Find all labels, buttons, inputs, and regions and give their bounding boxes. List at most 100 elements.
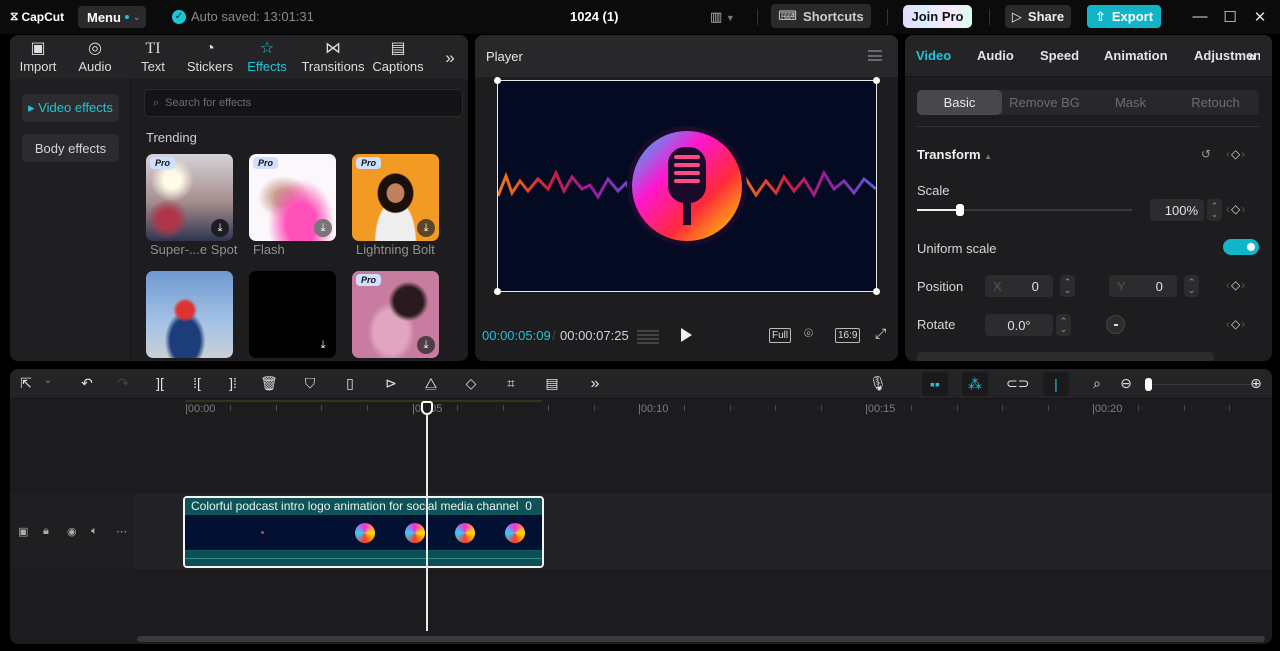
main-track-magnet-icon[interactable]: ▪▪ bbox=[922, 372, 948, 396]
tab-transitions[interactable]: ⋈ Transitions bbox=[299, 39, 367, 74]
undo-icon[interactable]: ↶ bbox=[77, 375, 97, 392]
join-pro-button[interactable]: Join Pro bbox=[903, 5, 972, 28]
video-clip[interactable]: Colorful podcast intro logo animation fo… bbox=[183, 496, 544, 568]
quality-button[interactable]: Full bbox=[769, 328, 792, 343]
trim-right-icon[interactable]: ]⁞ bbox=[223, 375, 243, 391]
trim-left-icon[interactable]: ⁞[ bbox=[187, 375, 207, 391]
resize-handle[interactable] bbox=[494, 288, 501, 295]
transform-section-header[interactable]: Transform ▲ bbox=[917, 147, 992, 162]
search-input[interactable]: ⌕ Search for effects bbox=[144, 89, 463, 117]
auto-snap-icon[interactable]: ⁂ bbox=[962, 372, 988, 396]
position-x-stepper[interactable]: ⌃ ⌄ bbox=[1060, 275, 1075, 297]
playhead[interactable] bbox=[426, 403, 428, 631]
download-icon[interactable]: ⤓ bbox=[417, 336, 435, 354]
play-button[interactable] bbox=[681, 328, 692, 342]
zoom-out-icon[interactable]: ⊖ bbox=[1116, 375, 1136, 392]
tab-animation[interactable]: Animation bbox=[1104, 48, 1168, 63]
tab-text[interactable]: TI Text bbox=[125, 39, 181, 74]
more-icon[interactable]: ⋯ bbox=[116, 525, 127, 538]
aspect-ratio-button[interactable]: 16:9 bbox=[835, 328, 861, 343]
tab-video[interactable]: Video bbox=[916, 48, 951, 63]
tab-import[interactable]: ▣ Import bbox=[10, 39, 66, 74]
reset-icon[interactable]: ↺ bbox=[1201, 147, 1212, 161]
keyframe-control[interactable]: ‹◇› bbox=[1226, 147, 1246, 161]
uniform-scale-toggle[interactable] bbox=[1223, 239, 1259, 255]
tab-effects[interactable]: ☆ Effects bbox=[239, 39, 295, 74]
maximize-button[interactable]: ☐ bbox=[1220, 8, 1240, 26]
category-body-effects[interactable]: Body effects bbox=[22, 134, 119, 162]
more-tabs-button[interactable]: » bbox=[436, 48, 464, 68]
rotate-icon[interactable]: ◇ bbox=[461, 375, 481, 392]
menu-icon[interactable] bbox=[868, 50, 882, 61]
rotate-stepper[interactable]: ⌃ ⌄ bbox=[1056, 314, 1071, 336]
zoom-slider[interactable] bbox=[1143, 384, 1251, 385]
download-icon[interactable]: ⤓ bbox=[314, 336, 332, 354]
tab-audio[interactable]: ◎ Audio bbox=[67, 39, 123, 74]
download-icon[interactable]: ⤓ bbox=[314, 219, 332, 237]
download-icon[interactable]: ⤓ bbox=[211, 219, 229, 237]
chevron-down-icon[interactable]: ⌄ bbox=[38, 375, 58, 386]
share-button[interactable]: ▷ Share bbox=[1005, 5, 1071, 28]
subtab-mask[interactable]: Mask bbox=[1088, 90, 1173, 115]
position-y-stepper[interactable]: ⌃ ⌄ bbox=[1184, 275, 1199, 297]
position-y-input[interactable]: Y0 bbox=[1109, 275, 1177, 297]
category-video-effects[interactable]: ▸ Video effects bbox=[22, 94, 119, 122]
select-tool-icon[interactable]: ⇱ bbox=[16, 375, 36, 392]
keyframe-control[interactable]: ‹◇› bbox=[1226, 278, 1246, 292]
tab-stickers[interactable]: ◔ Stickers bbox=[182, 39, 238, 74]
preview-axis-icon[interactable]: | bbox=[1043, 372, 1069, 396]
resize-handle[interactable] bbox=[873, 288, 880, 295]
mirror-icon[interactable]: ⧋ bbox=[421, 375, 441, 392]
shortcuts-button[interactable]: ⌨ Shortcuts bbox=[771, 4, 871, 28]
export-button[interactable]: ⇧ Export bbox=[1087, 5, 1161, 28]
rotate-dial[interactable] bbox=[1106, 315, 1125, 334]
keyframe-control[interactable]: ‹◇› bbox=[1226, 202, 1246, 216]
keyframe-control[interactable]: ‹◇› bbox=[1226, 317, 1246, 331]
minimize-button[interactable]: — bbox=[1190, 8, 1210, 25]
eye-icon[interactable]: ◉ bbox=[67, 525, 77, 538]
menu-button[interactable]: Menu ⌄ bbox=[78, 6, 146, 28]
fullscreen-icon[interactable]: ⤢ bbox=[875, 325, 886, 342]
project-title[interactable]: 1024 (1) bbox=[570, 9, 618, 24]
effect-card-blur[interactable] bbox=[146, 271, 233, 358]
lock-icon[interactable]: 🔒︎ bbox=[43, 525, 49, 538]
effect-card-super-spot[interactable]: Pro ⤓ bbox=[146, 154, 233, 241]
download-icon[interactable]: ⤓ bbox=[417, 219, 435, 237]
more-tools-icon[interactable]: » bbox=[585, 375, 605, 393]
speaker-icon[interactable]: 🔈︎ bbox=[91, 525, 98, 538]
tab-captions[interactable]: ▤ Captions bbox=[369, 39, 427, 74]
link-icon[interactable]: ⊂⊃ bbox=[1006, 375, 1029, 392]
horizontal-scrollbar[interactable] bbox=[137, 636, 1265, 642]
zoom-preview-icon[interactable]: ⌾ bbox=[804, 325, 813, 342]
resize-handle[interactable] bbox=[873, 77, 880, 84]
split-icon[interactable]: ][ bbox=[150, 375, 170, 391]
timeline-fit-icon[interactable]: ⌕ bbox=[1087, 375, 1107, 392]
delete-icon[interactable]: 🗑 bbox=[259, 375, 279, 392]
subtab-retouch[interactable]: Retouch bbox=[1173, 90, 1258, 115]
time-ruler[interactable]: |00:00 |00:05 |00:10 |00:15 |00:20 bbox=[135, 400, 1272, 418]
tab-speed[interactable]: Speed bbox=[1040, 48, 1079, 63]
freeze-icon[interactable]: ▯ bbox=[340, 375, 360, 392]
resize-handle[interactable] bbox=[494, 77, 501, 84]
subtab-basic[interactable]: Basic bbox=[917, 90, 1002, 115]
zoom-slider-handle[interactable] bbox=[1145, 378, 1152, 391]
scale-input[interactable]: 100% bbox=[1150, 199, 1204, 221]
scale-stepper[interactable]: ⌃ ⌄ bbox=[1207, 199, 1222, 221]
microphone-icon[interactable]: 🎙 bbox=[868, 375, 888, 392]
subtab-remove-bg[interactable]: Remove BG bbox=[1002, 90, 1087, 115]
tab-audio[interactable]: Audio bbox=[977, 48, 1014, 63]
effect-card-flash[interactable]: Pro ⤓ bbox=[249, 154, 336, 241]
close-button[interactable]: ✕ bbox=[1250, 8, 1270, 26]
alignment-toolbar[interactable] bbox=[917, 352, 1214, 361]
scale-slider[interactable] bbox=[917, 204, 1132, 216]
crop-icon[interactable]: ⌗ bbox=[501, 375, 521, 392]
remove-bg-icon[interactable]: ▤ bbox=[542, 375, 562, 392]
layout-button[interactable]: ▥ ▼ bbox=[710, 9, 735, 25]
marker-icon[interactable]: ⛉ bbox=[300, 375, 320, 392]
slider-handle[interactable] bbox=[956, 204, 964, 216]
reverse-icon[interactable]: ⊳ bbox=[381, 375, 401, 392]
video-preview[interactable] bbox=[494, 77, 880, 295]
rotate-input[interactable]: 0.0° bbox=[985, 314, 1053, 336]
effect-card-sketch[interactable]: Pro ⤓ bbox=[352, 271, 439, 358]
effect-card-lightning-bolt[interactable]: Pro ⤓ bbox=[352, 154, 439, 241]
